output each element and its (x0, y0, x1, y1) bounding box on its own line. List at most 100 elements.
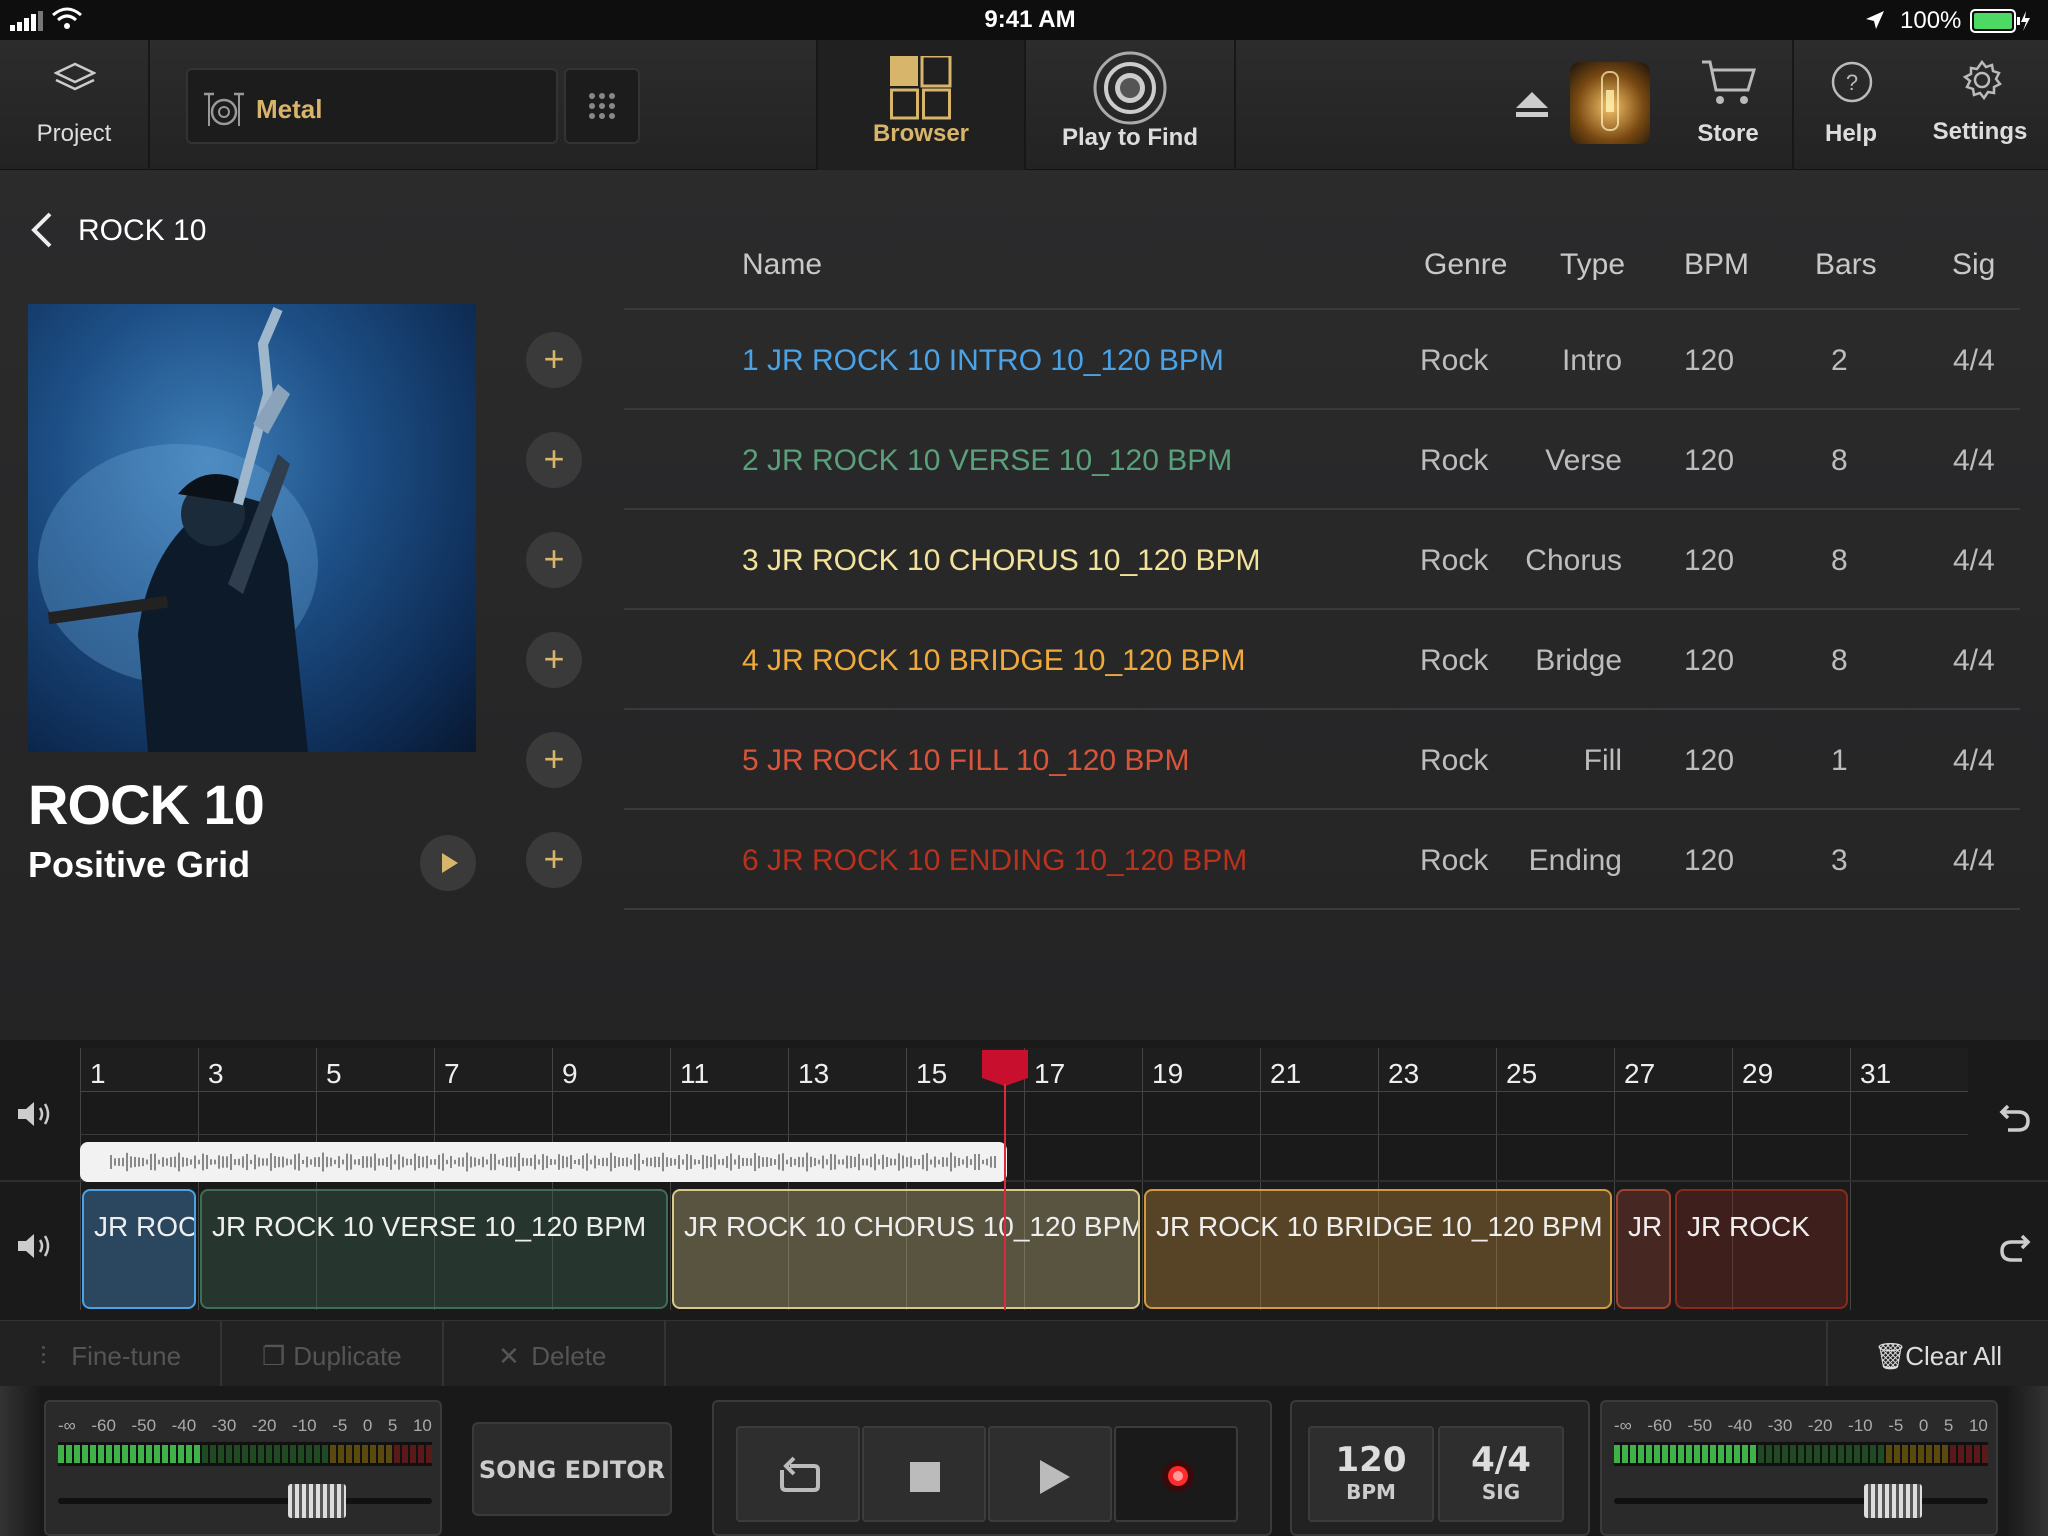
song-clip[interactable]: JR ROCK 10 VERSE 10_120 BPM (200, 1189, 668, 1309)
stop-button[interactable] (862, 1426, 986, 1522)
battery-icon (1970, 9, 2032, 33)
row-sig: 4/4 (1953, 444, 1995, 477)
eject-icon[interactable] (1514, 90, 1550, 123)
song-clip[interactable]: JR ROCK 10 INTRO 10_120 BPM (82, 1189, 196, 1309)
add-loop-button[interactable]: + (526, 432, 582, 488)
ruler-tick-label: 11 (680, 1058, 710, 1089)
fine-tune-button[interactable]: ⫶ Fine-tune (40, 1341, 181, 1373)
preset-selector[interactable]: Metal (186, 68, 558, 144)
ruler-tick-label: 5 (326, 1058, 342, 1089)
record-button[interactable] (1114, 1426, 1238, 1522)
song-clip[interactable]: JR ROCK 10 FILL (1616, 1189, 1671, 1309)
help-button[interactable]: ? Help (1794, 40, 1908, 170)
transport-bar: -∞ -60 -50 -40 -30 -20 -10 -5 0 5 10 SONG EDITOR 1… (0, 1386, 2048, 1536)
song-clip[interactable]: JR ROCK 10 CHORUS 10_120 BPM (672, 1189, 1140, 1309)
slider-thumb[interactable] (288, 1484, 346, 1518)
meter-scale-label: -30 (211, 1416, 237, 1435)
col-header-bars: Bars (1815, 248, 1877, 281)
track-speaker-icon[interactable] (16, 1098, 56, 1135)
ruler-tick-label: 13 (798, 1058, 830, 1089)
signal-icon (10, 10, 44, 31)
row-type: Bridge (1535, 644, 1622, 677)
clip-label: JR ROCK (1687, 1211, 1810, 1242)
status-bar: 9:41 AM 100% (0, 0, 2048, 40)
row-genre: Rock (1420, 644, 1489, 677)
meter-scale-label: -50 (131, 1416, 157, 1435)
add-loop-button[interactable]: + (526, 532, 582, 588)
add-loop-button[interactable]: + (526, 832, 582, 888)
song-clip[interactable]: JR ROCK (1675, 1189, 1848, 1309)
meter-scale-label: 5 (387, 1416, 398, 1435)
amp-tube-icon[interactable] (1570, 62, 1650, 144)
store-button[interactable]: Store (1670, 40, 1786, 170)
row-type: Chorus (1525, 544, 1622, 577)
input-gain-slider[interactable] (58, 1484, 432, 1520)
table-row[interactable]: 4 JR ROCK 10 BRIDGE 10_120 BPM Rock Bridge… (624, 610, 2020, 710)
col-header-type: Type (1560, 248, 1626, 281)
settings-button[interactable]: Settings (1916, 40, 2044, 170)
playhead-marker[interactable] (982, 1050, 1028, 1086)
table-row[interactable]: 1 JR ROCK 10 INTRO 10_120 BPM Rock Intro 12… (624, 310, 2020, 410)
track-speaker-icon[interactable] (16, 1230, 56, 1267)
table-row[interactable]: 3 JR ROCK 10 CHORUS 10_120 BPM Rock Chorus… (624, 510, 2020, 610)
bpm-button[interactable]: 120 BPM (1308, 1426, 1434, 1522)
grid-menu-button[interactable] (564, 68, 640, 144)
grid-line (80, 1134, 1968, 1135)
add-loop-button[interactable]: + (526, 332, 582, 388)
svg-text:?: ? (1846, 70, 1858, 95)
sig-value: 4/4 (1471, 1440, 1531, 1480)
row-sig: 4/4 (1953, 744, 1995, 777)
row-sig: 4/4 (1953, 544, 1995, 577)
chevron-left-icon (31, 212, 52, 248)
meter-scale-label: 0 (1918, 1416, 1929, 1435)
clip-label: JR ROCK 10 VERSE 10_120 BPM (212, 1211, 647, 1242)
loop-button[interactable] (736, 1426, 860, 1522)
tab-browser[interactable]: Browser (818, 40, 1024, 170)
col-header-bpm: BPM (1684, 248, 1750, 281)
song-editor-button[interactable]: SONG EDITOR (472, 1422, 672, 1516)
table-row[interactable]: 2 JR ROCK 10 VERSE 10_120 BPM Rock Verse 12… (624, 410, 2020, 510)
sig-label: SIG (1481, 1480, 1521, 1504)
meter-scale-label: -20 (251, 1416, 277, 1435)
tab-play-to-find[interactable]: Play to Find (1026, 40, 1234, 170)
meter-scale-label: -10 (292, 1416, 317, 1435)
ruler-tick-label: 7 (444, 1058, 460, 1089)
row-bpm: 120 (1684, 644, 1735, 677)
clear-all-button[interactable]: 🗑︎ Clear All (1874, 1341, 2002, 1372)
delete-button[interactable]: ✕ Delete (498, 1341, 606, 1372)
ruler-tick-label: 27 (1624, 1058, 1656, 1089)
divider (1234, 40, 1236, 170)
bpm-value: 120 (1335, 1440, 1407, 1480)
project-button[interactable]: Project (0, 40, 148, 170)
slider-thumb[interactable] (1864, 1484, 1922, 1518)
undo-icon[interactable] (1998, 1100, 2032, 1139)
redo-icon[interactable] (1998, 1230, 2032, 1269)
add-loop-button[interactable]: + (526, 632, 582, 688)
clip-label: JR ROCK 10 BRIDGE 10_120 BPM (1156, 1211, 1603, 1242)
row-genre: Rock (1420, 844, 1489, 877)
ruler-tick-label: 3 (208, 1058, 224, 1089)
play-button[interactable] (988, 1426, 1112, 1522)
meter-scale-label: 0 (362, 1416, 373, 1435)
back-button[interactable]: ROCK 10 (28, 206, 228, 256)
add-loop-button[interactable]: + (526, 732, 582, 788)
clear-all-label: Clear All (1905, 1341, 2003, 1371)
table-row[interactable]: 6 JR ROCK 10 ENDING 10_120 BPM Rock Ending… (624, 810, 2020, 910)
waveform-overview[interactable] (80, 1142, 1007, 1182)
song-clip[interactable]: JR ROCK 10 BRIDGE 10_120 BPM (1144, 1189, 1612, 1309)
output-volume-slider[interactable] (1614, 1484, 1988, 1520)
table-row[interactable]: 5 JR ROCK 10 FILL 10_120 BPM Rock Fill 120 1… (624, 710, 2020, 810)
meter-scale-label: -40 (171, 1416, 197, 1435)
duplicate-button[interactable]: ❐ Duplicate (262, 1341, 402, 1372)
battery-percent: 100% (1900, 7, 1962, 34)
row-type: Verse (1545, 444, 1622, 477)
row-name: 4 JR ROCK 10 BRIDGE 10_120 BPM (742, 644, 1246, 677)
sig-button[interactable]: 4/4 SIG (1438, 1426, 1564, 1522)
row-name: 6 JR ROCK 10 ENDING 10_120 BPM (742, 844, 1248, 877)
row-bars: 8 (1831, 544, 1848, 577)
output-meter-panel: -∞ -60 -50 -40 -30 -20 -10 -5 0 5 10 (1600, 1400, 1998, 1536)
duplicate-icon: ❐ (262, 1341, 286, 1371)
preview-play-button[interactable] (420, 835, 476, 891)
ruler-tick-label: 1 (90, 1058, 106, 1089)
row-bars: 1 (1831, 744, 1848, 777)
